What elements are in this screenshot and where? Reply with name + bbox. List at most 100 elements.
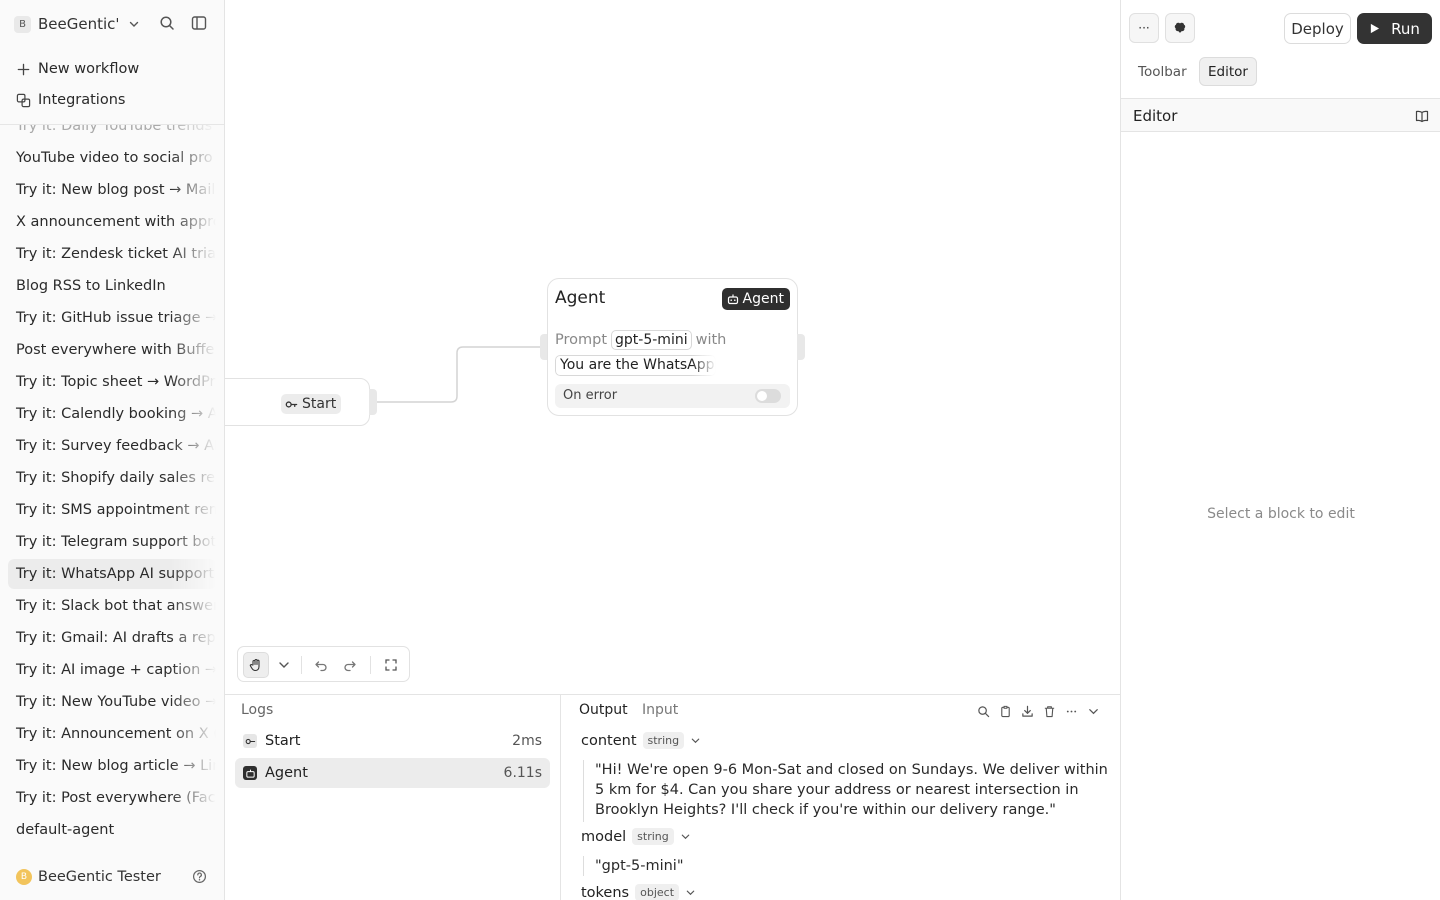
redo-button[interactable] — [337, 652, 363, 678]
tab-input[interactable]: Input — [642, 702, 678, 718]
sidebar-item-workflow[interactable]: Try it: Post everywhere (Face — [8, 783, 216, 813]
tab-toolbar[interactable]: Toolbar — [1130, 57, 1195, 86]
log-duration: 6.11s — [503, 765, 542, 781]
search-icon[interactable] — [972, 703, 994, 719]
sidebar-item-workflow[interactable]: Try it: New blog article → Link — [8, 751, 216, 781]
sidebar-item-workflow[interactable]: Try it: New blog post → Mailc — [8, 175, 216, 205]
start-label: Start — [302, 396, 337, 412]
integrations-button[interactable]: Integrations — [16, 89, 125, 111]
pan-tool-button[interactable] — [243, 652, 269, 678]
user-profile[interactable]: B BeeGentic Tester — [16, 866, 211, 888]
start-key-icon — [285, 400, 298, 408]
tokens-field-row[interactable]: tokens object — [581, 884, 696, 900]
workspace-switcher[interactable]: B BeeGentic's — [14, 12, 214, 36]
workflow-canvas[interactable]: Start Agent Agent Prompt gpt-5-mini with… — [225, 0, 1120, 695]
run-button[interactable]: Run — [1357, 13, 1432, 44]
sidebar-item-workflow[interactable]: Try it: Shopify daily sales rep — [8, 463, 216, 493]
chevron-down-icon[interactable] — [685, 887, 696, 898]
sidebar-item-workflow[interactable]: Try it: Slack bot that answers — [8, 591, 216, 621]
log-row-agent[interactable]: Agent 6.11s — [235, 758, 550, 788]
type-badge: string — [642, 732, 685, 749]
chevron-down-icon[interactable] — [690, 735, 701, 746]
copy-icon[interactable] — [994, 703, 1016, 719]
toggle-knob — [757, 391, 767, 401]
sidebar-item-workflow[interactable]: Try it: AI image + caption → In — [8, 655, 216, 685]
copilot-button[interactable] — [1165, 13, 1195, 43]
sidebar-item-workflow[interactable]: Try it: Telegram support bot — [8, 527, 216, 557]
bottom-panel: Logs Start 2ms Agent 6.11s Output Input — [225, 694, 1120, 900]
tool-dropdown-button[interactable] — [271, 652, 297, 678]
help-icon[interactable] — [192, 869, 207, 884]
sidebar-item-workflow[interactable]: Try it: Announcement on X (T — [8, 719, 216, 749]
workspace-badge: B — [14, 15, 31, 33]
sidebar-item-workflow[interactable]: Try it: Survey feedback → AI s — [8, 431, 216, 461]
sidebar-item-workflow[interactable]: Blog RSS to LinkedIn — [8, 271, 216, 301]
sidebar-item-workflow[interactable]: X announcement with appro — [8, 207, 216, 237]
chevron-down-icon — [279, 662, 289, 668]
log-row-start[interactable]: Start 2ms — [235, 726, 550, 756]
content-value: "Hi! We're open 9-6 Mon-Sat and closed o… — [583, 760, 1113, 822]
chevron-down-icon[interactable] — [128, 18, 140, 30]
sidebar-item-workflow[interactable]: default-agent — [8, 815, 216, 845]
agent-type-badge: Agent — [721, 288, 790, 310]
tab-editor[interactable]: Editor — [1199, 57, 1257, 86]
sidebar-item-workflow[interactable]: Try it: SMS appointment rem — [8, 495, 216, 525]
model-chip[interactable]: gpt-5-mini — [611, 330, 692, 350]
editor-empty-hint: Select a block to edit — [1207, 506, 1355, 522]
sidebar-item-workflow[interactable]: Try it: GitHub issue triage → c — [8, 303, 216, 333]
model-field-row[interactable]: model string — [581, 828, 691, 845]
search-icon[interactable] — [159, 15, 175, 31]
right-panel: ··· Deploy Run Toolbar Editor Editor Sel… — [1120, 0, 1440, 900]
prompt-row: Prompt gpt-5-mini with — [555, 330, 726, 350]
trash-icon[interactable] — [1038, 703, 1060, 719]
start-block[interactable]: Start — [225, 378, 370, 426]
output-panel: Output Input content string "Hi! We're o… — [561, 695, 1120, 900]
canvas-toolbar — [237, 646, 410, 682]
deploy-button[interactable]: Deploy — [1284, 13, 1351, 44]
download-icon[interactable] — [1016, 703, 1038, 719]
undo-icon — [315, 661, 327, 672]
sidebar-item-workflow[interactable]: Try it: Topic sheet → WordPre — [8, 367, 216, 397]
start-output-handle[interactable] — [369, 389, 377, 415]
system-prompt-chip[interactable]: You are the WhatsApp AI — [555, 355, 716, 376]
on-error-row: On error — [555, 384, 790, 408]
sidebar-item-workflow[interactable]: Try it: Gmail: AI drafts a reply — [8, 623, 216, 653]
agent-output-handle[interactable] — [797, 334, 805, 360]
type-badge: string — [632, 828, 674, 845]
with-label: with — [695, 332, 727, 348]
book-icon[interactable] — [1415, 109, 1429, 123]
undo-button[interactable] — [308, 652, 334, 678]
sidebar-item-workflow[interactable]: Try it: Zendesk ticket AI triag — [8, 239, 216, 269]
on-error-label: On error — [563, 388, 618, 403]
sidebar-item-workflow[interactable]: Post everywhere with Buffer — [8, 335, 216, 365]
tab-output[interactable]: Output — [579, 702, 628, 718]
chevron-down-icon[interactable] — [1082, 703, 1104, 719]
sidebar-item-workflow[interactable]: Try it: New YouTube video → | — [8, 687, 216, 717]
sidebar-item-workflow[interactable]: Try it: WhatsApp AI support r — [8, 559, 216, 589]
integrations-icon — [16, 93, 31, 107]
more-options-button[interactable]: ··· — [1129, 13, 1159, 43]
hand-icon — [249, 658, 260, 672]
on-error-toggle[interactable] — [755, 389, 781, 403]
fit-view-button[interactable] — [378, 652, 404, 678]
content-field-row[interactable]: content string — [581, 732, 701, 749]
new-workflow-button[interactable]: New workflow — [16, 58, 139, 80]
chevron-down-icon[interactable] — [680, 831, 691, 842]
toolbar-divider — [301, 656, 302, 674]
avatar: B — [16, 869, 32, 885]
sidebar-item-workflow[interactable]: Try it: Calendly booking → AI — [8, 399, 216, 429]
start-label-pill: Start — [281, 394, 342, 414]
sidebar-item-workflow[interactable]: YouTube video to social pro — [8, 143, 216, 173]
workflow-item[interactable]: Try it: Daily YouTube trends — [8, 125, 216, 141]
logs-title: Logs — [241, 702, 274, 718]
editor-title: Editor — [1133, 107, 1178, 125]
field-key: model — [581, 828, 627, 845]
more-icon[interactable] — [1060, 703, 1082, 719]
workspace-name[interactable]: BeeGentic's — [38, 15, 118, 33]
run-label: Run — [1391, 19, 1420, 38]
sidebar-toggle-icon[interactable] — [191, 15, 207, 31]
user-name: BeeGentic Tester — [38, 869, 161, 885]
agent-block[interactable]: Agent Agent Prompt gpt-5-mini with You a… — [547, 278, 798, 416]
integrations-label: Integrations — [38, 92, 126, 108]
field-key: content — [581, 732, 637, 749]
